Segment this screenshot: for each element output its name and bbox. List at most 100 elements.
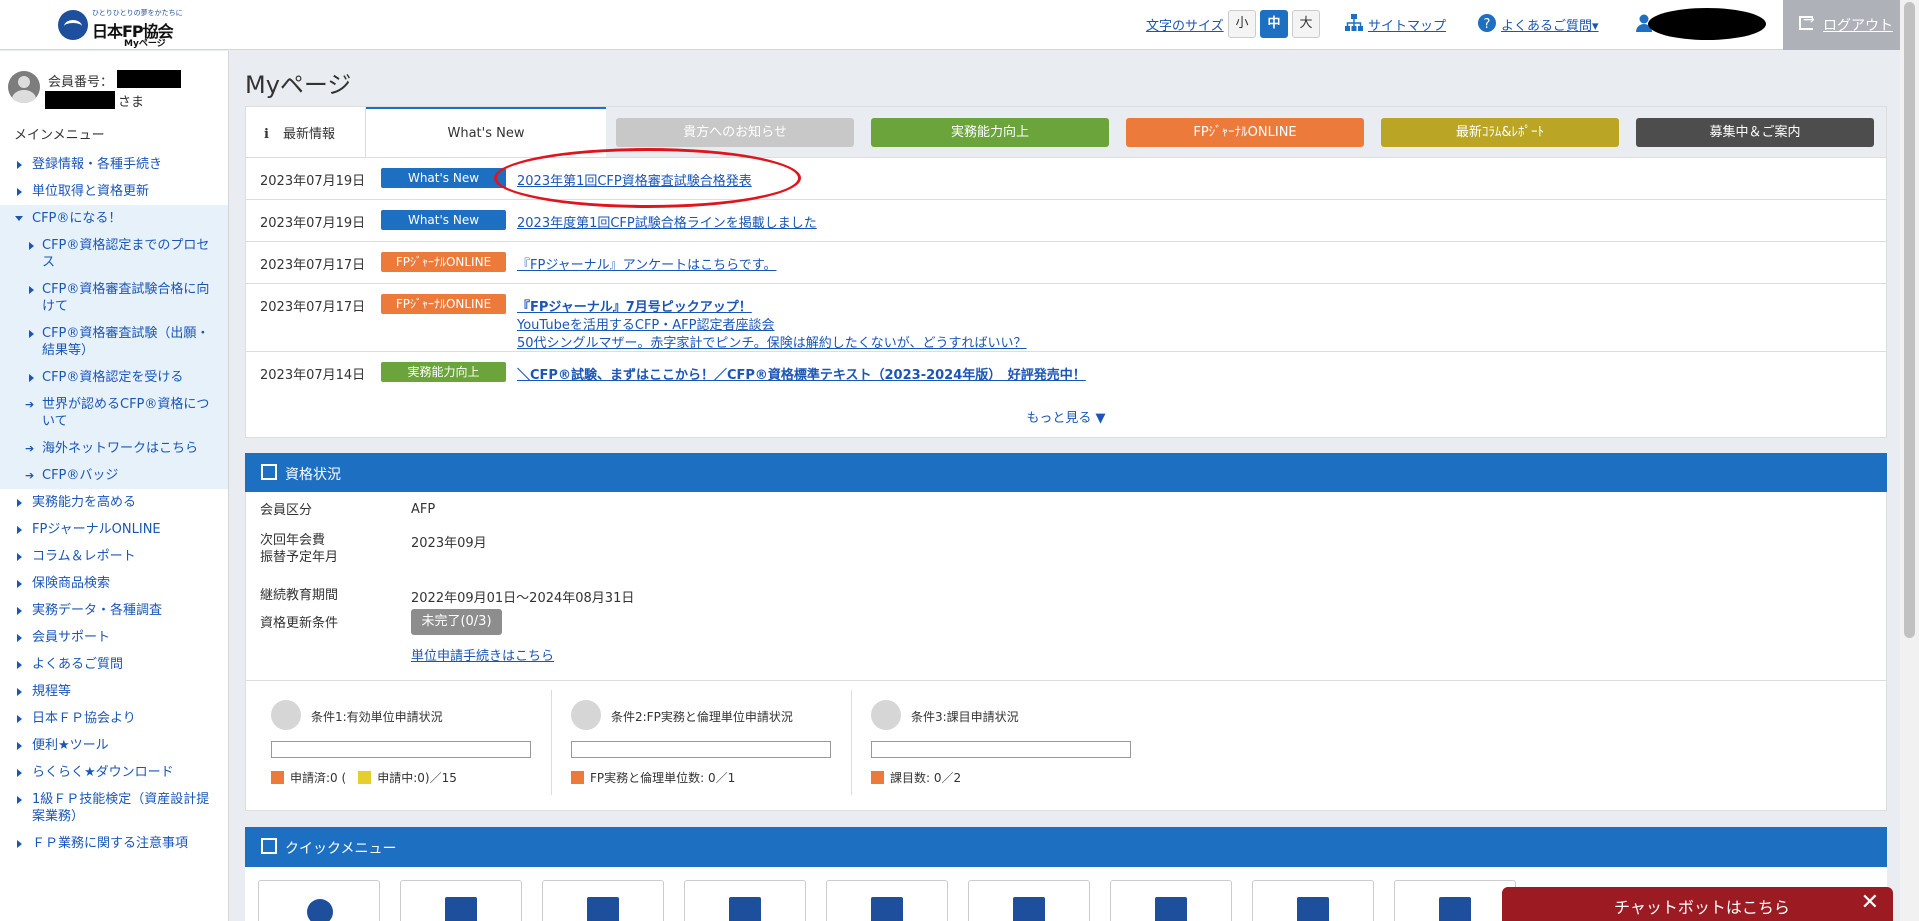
news-tab[interactable]: 実務能力向上 [871,118,1109,147]
news-tab[interactable]: FPｼﾞｬｰﾅﾙONLINE [1126,118,1364,147]
faq-link[interactable]: よくあるご質問▾ [1501,15,1599,34]
question-icon: ? [1478,14,1496,32]
font-size-medium-button[interactable]: 中 [1260,10,1288,38]
top-header: ひとりひとりの夢をかたちに 日本FP協会 Myページ 文字のサイズ 小 中 大 … [0,0,1900,50]
show-more-link[interactable]: もっと見る ▼ [246,407,1886,426]
sidebar-item[interactable]: CFP®資格審査試験（出願・結果等） [0,320,228,364]
sidebar-item-label: 便利★ツール [32,738,109,753]
news-panel: i 最新情報 What's New 貴方へのお知らせ 実務能力向上 FPｼﾞｬｰﾅﾙO… [245,106,1887,438]
quick-tile-chart[interactable] [1394,880,1516,921]
close-icon[interactable]: ✕ [1861,890,1879,915]
sidebar-item[interactable]: 便利★ツール [0,732,228,759]
sidebar-item[interactable]: 登録情報・各種手続き [0,151,228,178]
sidebar-item-label: よくあるご質問 [32,657,124,672]
news-link[interactable]: 『FPジャーナル』アンケートはこちらです。 [517,254,776,273]
news-date: 2023年07月17日 [260,300,366,315]
status-divider [246,680,1886,681]
condition-1: 条件1:有効単位申請状況 申請済:0 ( 申請中:0)／15 [271,690,571,800]
sitemap-icon [1345,14,1363,31]
status-label-education-period: 継続教育期間 [260,588,339,603]
sidebar-item[interactable]: 単位取得と資格更新 [0,178,228,205]
news-link[interactable]: 『FPジャーナル』7月号ピックアップ！ [517,296,752,315]
news-link[interactable]: 2023年度第1回CFP試験合格ラインを掲載しました [517,212,817,231]
sidebar-item[interactable]: 会員サポート [0,624,228,651]
sidebar-item[interactable]: 海外ネットワークはこちら [0,435,228,462]
condition-3-status-icon [871,700,901,730]
tab-whats-new[interactable]: What's New [366,107,606,158]
sidebar-item-label: CFP®バッジ [42,468,119,483]
condition-3-legend: 課目数: 0／2 [871,769,961,786]
sidebar-item[interactable]: コラム＆レポート [0,543,228,570]
condition-3-progress-bar [871,741,1131,758]
font-size-large-button[interactable]: 大 [1292,10,1320,38]
news-category-badge: 実務能力向上 [381,362,506,382]
status-label-renewal: 資格更新条件 [260,616,339,631]
sidebar-item[interactable]: 1級ＦＰ技能検定（資産設計提案業務） [0,786,228,830]
sidebar-item[interactable]: CFP®資格認定を受ける [0,364,228,391]
logo-sub: Myページ [124,39,166,49]
sidebar-item[interactable]: 実務データ・各種調査 [0,597,228,624]
sidebar-item[interactable]: 世界が認めるCFP®資格について [0,391,228,435]
sidebar-item[interactable]: ＦＰ業務に関する注意事項 [0,830,228,857]
news-link[interactable]: YouTubeを活用するCFP・AFP認定者座談会 [517,314,774,333]
sidebar-item[interactable]: らくらく★ダウンロード [0,759,228,786]
quick-tile-profile[interactable] [258,880,380,921]
condition-2-progress-bar [571,741,831,758]
news-tab[interactable]: 募集中＆ご案内 [1636,118,1874,147]
sidebar-item-label: らくらく★ダウンロード [32,765,174,780]
quick-tile-calendar[interactable] [826,880,948,921]
font-size-small-button[interactable]: 小 [1228,10,1256,38]
sidebar-item[interactable]: 保険商品検索 [0,570,228,597]
sidebar-item[interactable]: 規程等 [0,678,228,705]
quick-tile-report[interactable] [968,880,1090,921]
news-link[interactable]: 50代シングルマザー。赤字家計でピンチ。保険は解約したくないが、どうすればいい？ [517,332,1027,351]
condition-3-title: 条件3:課目申請状況 [911,710,1019,724]
news-tab[interactable]: 貴方へのお知らせ [616,118,854,147]
site-logo[interactable]: ひとりひとりの夢をかたちに 日本FP協会 Myページ [58,6,183,49]
sidebar-item[interactable]: よくあるご質問 [0,651,228,678]
sidebar-item[interactable]: FPジャーナルONLINE [0,516,228,543]
list-icon [261,838,277,854]
sidebar-item[interactable]: CFP®になる！ [0,205,228,232]
sidebar-item-label: 1級ＦＰ技能検定（資産設計提案業務） [32,792,210,824]
renewal-status-badge: 未完了(0/3) [411,609,502,635]
status-label-fee-date: 次回年会費 振替予定年月 [260,533,339,565]
news-date: 2023年07月19日 [260,174,366,189]
sidebar-item-label: CFP®資格認定までのプロセス [42,238,210,270]
news-tab[interactable]: 最新ｺﾗﾑ&ﾚﾎﾟｰﾄ [1381,118,1619,147]
sidebar-item[interactable]: CFP®資格審査試験合格に向けて [0,276,228,320]
sitemap-link[interactable]: サイトマップ [1368,15,1446,34]
quick-tile-building[interactable] [1110,880,1232,921]
news-category-badge: FPｼﾞｬｰﾅﾙONLINE [381,294,506,314]
logout-button[interactable]: ログアウト [1783,0,1900,50]
sidebar-item[interactable]: 日本ＦＰ協会より [0,705,228,732]
scrollbar-thumb[interactable] [1904,2,1915,638]
subject-legend-icon [871,771,884,784]
status-value-fee-date: 2023年09月 [411,536,487,551]
sidebar-item-label: CFP®資格認定を受ける [42,370,184,385]
quick-tile-documents[interactable] [542,880,664,921]
credit-apply-link[interactable]: 単位申請手続きはこちら [411,645,554,664]
chatbot-bar[interactable]: チャットボットはこちら ✕ [1502,887,1893,921]
svg-text:?: ? [1484,17,1491,32]
sidebar-item[interactable]: CFP®資格認定までのプロセス [0,232,228,276]
quick-tile-image[interactable] [1252,880,1374,921]
quick-tile-video[interactable] [684,880,806,921]
red-annotation-circle [494,148,801,208]
sidebar-item-label: 会員サポート [32,630,111,645]
quick-tile-form[interactable] [400,880,522,921]
news-category-badge: What's New [381,210,506,230]
sidebar-item[interactable]: 実務能力を高める [0,489,228,516]
page-scrollbar[interactable] [1900,0,1919,921]
main-menu: 登録情報・各種手続き単位取得と資格更新 CFP®になる！ CFP®資格認定までのプロ… [0,151,228,857]
font-size-label[interactable]: 文字のサイズ [1146,15,1224,34]
news-link[interactable]: ＼CFP®試験、まずはここから！／CFP®資格標準テキスト（2023-2024年… [517,364,1086,383]
status-value-education-period: 2022年09月01日～2024年08月31日 [411,591,635,606]
member-honorific: さま [118,95,145,110]
person-icon [307,899,333,921]
news-row: 2023年07月17日 FPｼﾞｬｰﾅﾙONLINE 『FPジャーナル』アンケートは… [246,241,1886,283]
sidebar-item[interactable]: CFP®バッジ [0,462,228,489]
news-category-badge: What's New [381,168,506,188]
sidebar-item-label: ＦＰ業務に関する注意事項 [32,836,189,851]
sidebar-item-label: 登録情報・各種手続き [32,157,163,172]
